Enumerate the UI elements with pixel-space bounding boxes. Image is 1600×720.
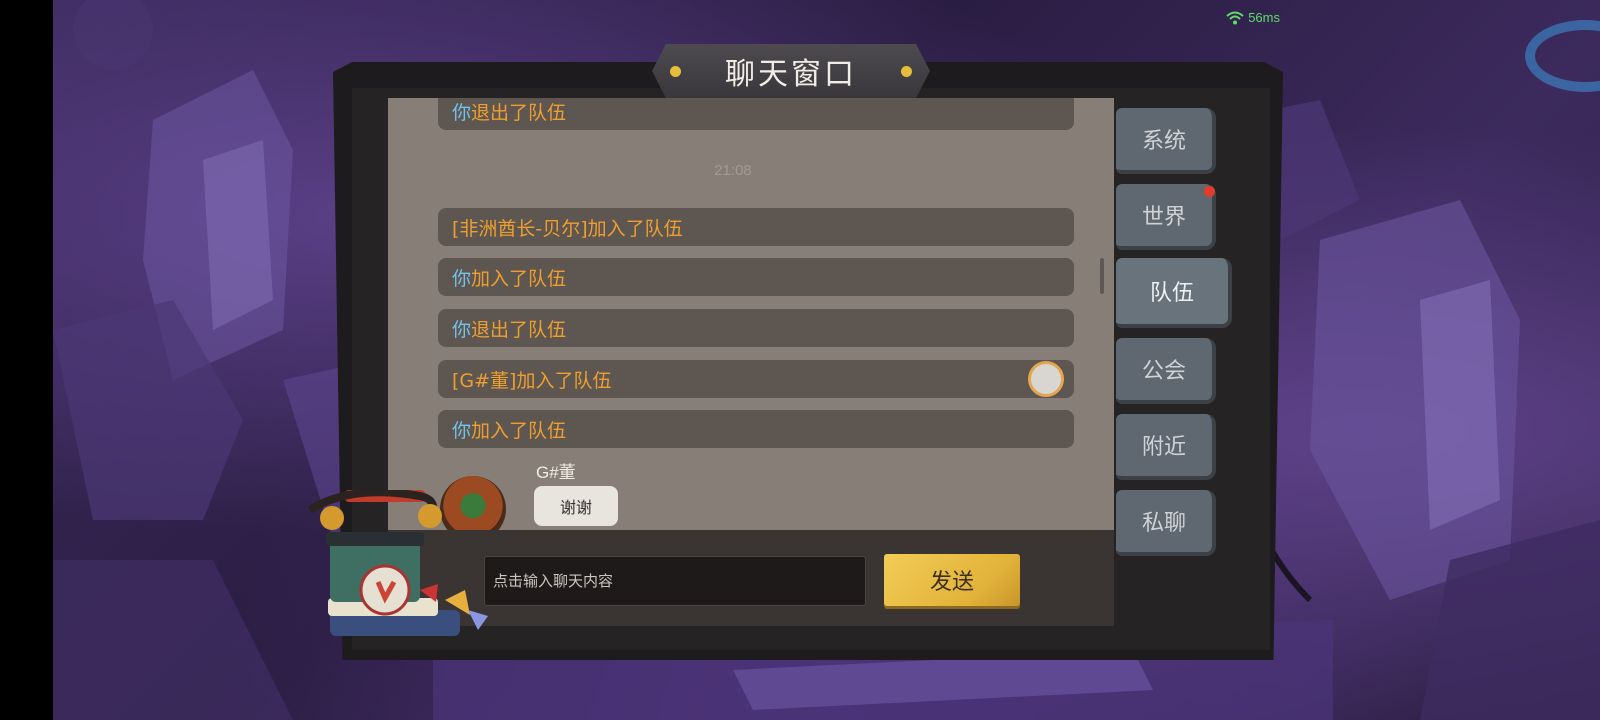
chat-bubble: 谢谢 — [534, 486, 618, 526]
list-item: 你 退出了队伍 — [438, 98, 1074, 130]
chat-input[interactable] — [484, 556, 866, 606]
message-prefix: 你 — [452, 419, 472, 442]
tab-label: 世界 — [1141, 205, 1186, 230]
list-item: [非洲酋长-贝尔]加入了队伍 — [438, 208, 1074, 246]
message-text: 退出了队伍 — [471, 101, 567, 124]
list-item: [G#董]加入了队伍 — [438, 360, 1074, 398]
tab-team[interactable]: 队伍 — [1116, 258, 1232, 328]
timestamp: 21:08 — [714, 162, 752, 179]
send-button[interactable]: 发送 — [884, 554, 1020, 606]
chat-window-title-plate: 聊天窗口 — [652, 44, 930, 98]
tab-label: 队伍 — [1149, 281, 1194, 306]
mascot-icon — [307, 490, 488, 636]
title-ornament-icon — [670, 65, 681, 77]
wifi-icon — [1226, 11, 1244, 24]
message-text: [非洲酋长-贝尔]加入了队伍 — [452, 217, 683, 240]
list-item: 你 加入了队伍 — [438, 258, 1074, 296]
sender-name: G#董 — [536, 463, 576, 482]
tab-world[interactable]: 世界 — [1116, 184, 1216, 250]
tab-label: 系统 — [1141, 129, 1186, 154]
ping-label: 56ms — [1248, 10, 1280, 25]
message-text: 退出了队伍 — [471, 318, 567, 341]
list-item: 你 加入了队伍 — [438, 410, 1074, 448]
title-ornament-icon — [901, 65, 912, 77]
message-text: [G#董]加入了队伍 — [452, 369, 612, 392]
network-status: 56ms — [1226, 10, 1280, 25]
page-title: 聊天窗口 — [725, 57, 857, 92]
tab-private[interactable]: 私聊 — [1116, 490, 1216, 556]
message-prefix: 你 — [452, 318, 472, 341]
scrollbar[interactable] — [1100, 258, 1104, 294]
message-prefix: 你 — [452, 101, 472, 124]
tab-guild[interactable]: 公会 — [1116, 338, 1216, 404]
notification-dot — [1204, 186, 1215, 197]
message-text: 加入了队伍 — [471, 419, 567, 442]
list-item: 你 退出了队伍 — [438, 309, 1074, 347]
tab-system[interactable]: 系统 — [1116, 108, 1216, 174]
tab-label: 公会 — [1141, 359, 1186, 384]
tab-nearby[interactable]: 附近 — [1116, 414, 1216, 480]
tab-label: 私聊 — [1141, 511, 1186, 536]
message-prefix: 你 — [452, 267, 472, 290]
floating-assist-button[interactable] — [1028, 361, 1064, 397]
tab-label: 附近 — [1141, 435, 1186, 460]
message-list[interactable]: 你 退出了队伍 21:08 [非洲酋长-贝尔]加入了队伍 你 加入了队伍 你 退… — [388, 98, 1114, 530]
message-text: 加入了队伍 — [471, 267, 567, 290]
